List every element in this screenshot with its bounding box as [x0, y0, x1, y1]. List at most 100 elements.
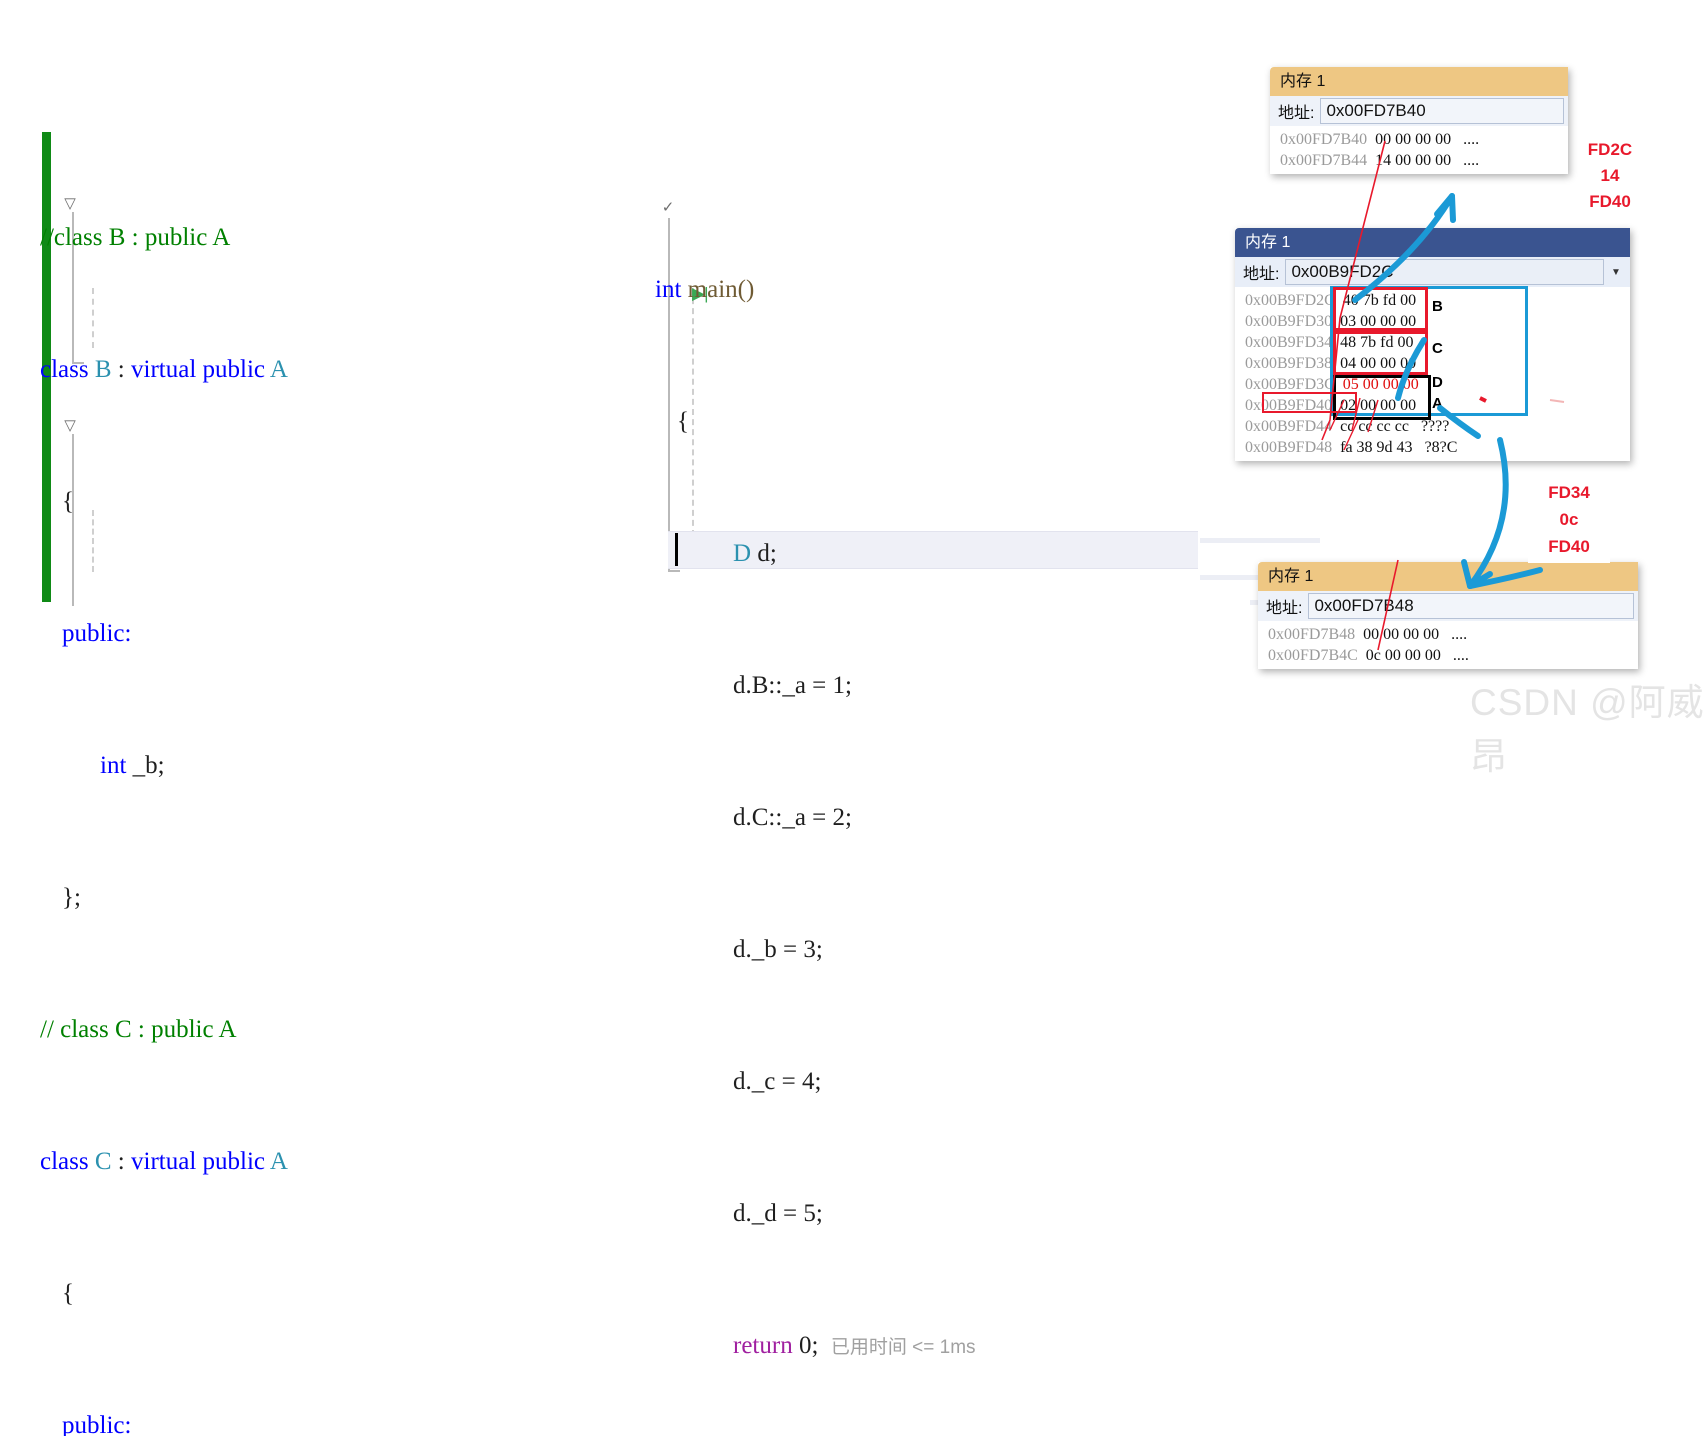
address-label: 地址: — [1243, 266, 1280, 283]
code-line: { — [655, 400, 976, 444]
annotation-box-address-fd40 — [1262, 392, 1357, 413]
classname-c: C — [94, 1148, 112, 1175]
memory-row-hex: 0c 00 00 00 — [1365, 647, 1441, 664]
address-label: 地址: — [1266, 600, 1303, 617]
colon: : — [111, 1148, 131, 1175]
memory-window-3-body: 0x00FD7B48 00 00 00 00 .... 0x00FD7B4C 0… — [1258, 621, 1638, 669]
elapsed-time-label: 已用时间 <= 1ms — [830, 1337, 976, 1358]
memory-window-1[interactable]: 内存 1 地址: 0x00FD7B40 0x00FD7B40 00 00 00 … — [1270, 67, 1568, 174]
keyword-virtual: virtual — [131, 1148, 197, 1175]
decorative-line — [1200, 538, 1320, 543]
code-line: { — [40, 480, 288, 524]
memory-row: 0x00B9FD48 fa 38 9d 43 ?8?C — [1235, 437, 1630, 458]
access-public: public: — [62, 620, 132, 647]
memory-row-address: 0x00B9FD44 — [1245, 418, 1333, 435]
memory-row-hex: 00 00 00 00 — [1375, 131, 1452, 148]
memory-row-ascii: .... — [1463, 152, 1480, 169]
memory-row-address: 0x00B9FD38 — [1245, 355, 1333, 372]
memory-row: 0x00FD7B44 14 00 00 00 .... — [1270, 150, 1568, 171]
memory-row-address: 0x00B9FD2C — [1245, 292, 1335, 309]
annotation-box-c — [1333, 331, 1428, 375]
address-input[interactable]: 0x00FD7B48 — [1308, 593, 1634, 619]
code-line: class C : virtual public A — [40, 1140, 288, 1184]
memory-row-address: 0x00FD7B48 — [1268, 626, 1356, 643]
keyword-virtual: virtual — [131, 356, 197, 383]
memory-row-hex: cc cc cc cc — [1340, 418, 1409, 435]
keyword-int: int — [100, 752, 127, 779]
base-a: A — [269, 1148, 288, 1175]
access-public: public: — [62, 1412, 132, 1436]
colon: : — [111, 356, 131, 383]
chevron-down-icon[interactable]: ▼ — [1608, 267, 1624, 278]
annotation-label-d: D — [1432, 374, 1443, 391]
address-label: 地址: — [1278, 105, 1315, 122]
memory-window-3-addressbar[interactable]: 地址: 0x00FD7B48 — [1258, 591, 1638, 621]
parens: () — [737, 276, 755, 303]
annot-value-fd40b: FD40 — [1548, 537, 1590, 556]
annot-value-14: 14 — [1600, 166, 1620, 185]
memory-window-2-addressbar[interactable]: 地址: 0x00B9FD2C ▼ — [1235, 257, 1630, 287]
code-line: d._c = 4; — [655, 1060, 976, 1104]
memory-window-1-title: 内存 1 — [1270, 67, 1568, 96]
memory-row: 0x00FD7B40 00 00 00 00 .... — [1270, 129, 1568, 150]
code-line: // class C : public A — [40, 1008, 288, 1052]
stmt-d: d._d = 5; — [733, 1200, 823, 1227]
var-d: d; — [757, 540, 777, 567]
code-editor-main[interactable]: int main() { D d; d.B::_a = 1; d.C::_a =… — [655, 180, 976, 1436]
address-input[interactable]: 0x00B9FD2C — [1285, 259, 1604, 285]
annot-value-0c: 0c — [1559, 510, 1579, 529]
comment-class-b: //class B : public A — [40, 224, 231, 251]
keyword-public: public — [202, 1148, 266, 1175]
code-line: d.B::_a = 1; — [655, 664, 976, 708]
brace-close: }; — [62, 884, 81, 911]
memory-window-3-title: 内存 1 — [1258, 562, 1638, 591]
memory-row-ascii: ???? — [1420, 418, 1450, 435]
annotation-label-c: C — [1432, 340, 1443, 357]
memory-row-address: 0x00FD7B4C — [1268, 647, 1358, 664]
stmt-b-a: d.B::_a = 1; — [733, 672, 852, 699]
code-line: public: — [40, 1404, 288, 1436]
keyword-class: class — [40, 356, 89, 383]
code-line: int main() — [655, 268, 976, 312]
address-input[interactable]: 0x00FD7B40 — [1320, 98, 1564, 124]
annotation-box-b — [1333, 287, 1428, 331]
memory-row-ascii: .... — [1463, 131, 1480, 148]
memory-row-hex: fa 38 9d 43 — [1340, 439, 1413, 456]
memory-row: 0x00FD7B4C 0c 00 00 00 .... — [1258, 645, 1638, 666]
base-a: A — [269, 356, 288, 383]
memory-window-1-addressbar[interactable]: 地址: 0x00FD7B40 — [1270, 96, 1568, 126]
keyword-public: public — [202, 356, 266, 383]
code-line: }; — [40, 876, 288, 920]
memory-row: 0x00FD7B48 00 00 00 00 .... — [1258, 624, 1638, 645]
blue-arrow-up-head — [1434, 193, 1456, 223]
type-d: D — [733, 540, 752, 567]
annotation-top-right: FD2C 14 FD40 — [1575, 137, 1645, 215]
memory-row-address: 0x00B9FD3C — [1245, 376, 1335, 393]
memory-row-hex: 14 00 00 00 — [1375, 152, 1452, 169]
memory-window-1-body: 0x00FD7B40 00 00 00 00 .... 0x00FD7B44 1… — [1270, 126, 1568, 174]
memory-row-address: 0x00FD7B44 — [1280, 152, 1368, 169]
memory-row-address: 0x00B9FD48 — [1245, 439, 1333, 456]
code-line: class B : virtual public A — [40, 348, 288, 392]
memory-row-ascii: .... — [1451, 626, 1468, 643]
code-editor-left[interactable]: //class B : public A class B : virtual p… — [40, 128, 288, 1436]
brace-open: { — [677, 408, 689, 435]
keyword-return: return — [733, 1332, 793, 1359]
annotation-label-a: A — [1432, 395, 1443, 412]
annotation-mid-right: FD34 0c FD40 — [1528, 476, 1610, 563]
function-name-main: main — [687, 276, 738, 303]
code-line: d.C::_a = 2; — [655, 796, 976, 840]
annot-value-fd40: FD40 — [1589, 192, 1631, 211]
stmt-b: d._b = 3; — [733, 936, 823, 963]
code-line: return 0; 已用时间 <= 1ms — [655, 1324, 976, 1368]
memory-window-3[interactable]: 内存 1 地址: 0x00FD7B48 0x00FD7B48 00 00 00 … — [1258, 562, 1638, 669]
memory-row-hex: 00 00 00 00 — [1363, 626, 1440, 643]
watermark: CSDN @阿威昂 — [1470, 682, 1705, 777]
comment-class-c: // class C : public A — [40, 1016, 237, 1043]
memory-row-address: 0x00B9FD30 — [1245, 313, 1333, 330]
classname-b: B — [94, 356, 112, 383]
keyword-int: int — [655, 276, 682, 303]
memory-row-ascii: ?8?C — [1424, 439, 1458, 456]
code-line: //class B : public A — [40, 216, 288, 260]
stmt-c: d._c = 4; — [733, 1068, 822, 1095]
